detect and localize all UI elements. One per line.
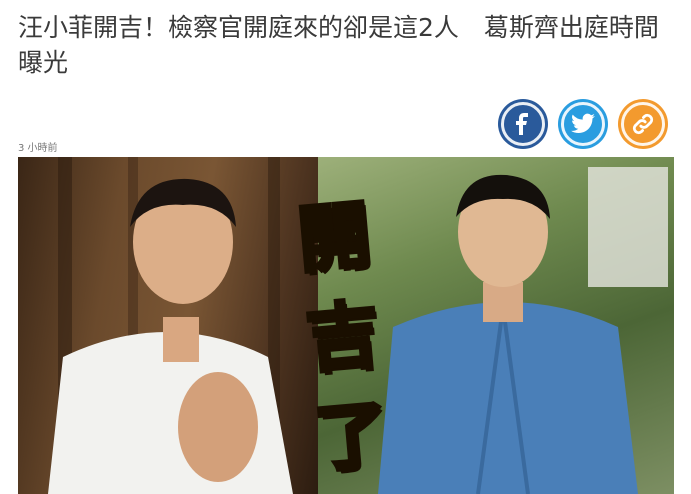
copy-link-button[interactable]: [618, 99, 668, 149]
facebook-share-button[interactable]: [498, 99, 548, 149]
left-figure-illustration: [48, 157, 293, 494]
overlay-char-3: 了: [310, 390, 393, 484]
article-headline: 汪小菲開吉！檢察官開庭來的卻是這2人 葛斯齊出庭時間曝光: [18, 13, 659, 77]
overlay-char-1: 開: [293, 190, 376, 284]
twitter-share-button[interactable]: [558, 99, 608, 149]
overlay-char-2: 吉: [301, 290, 384, 384]
publish-time: 3 小時前: [18, 143, 58, 154]
article-hero-image: 開 吉 了: [18, 157, 674, 494]
photo-left-man-in-white-shirt: [18, 157, 318, 494]
